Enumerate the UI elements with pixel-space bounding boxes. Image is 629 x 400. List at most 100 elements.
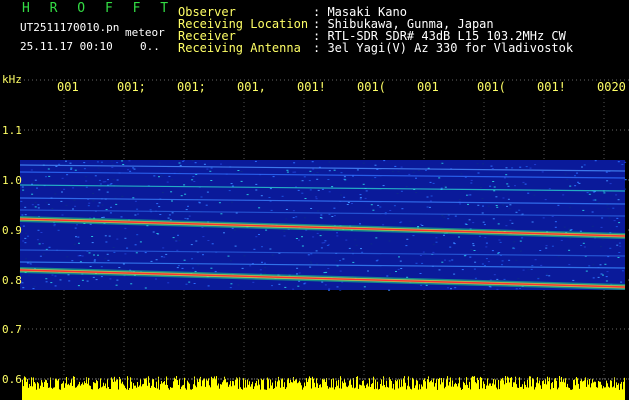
noise-level-bar: [470, 389, 471, 400]
noise-speck: [102, 216, 105, 218]
noise-speck: [92, 193, 95, 194]
noise-speck: [497, 252, 500, 254]
noise-level-bar: [328, 388, 329, 400]
noise-speck: [152, 231, 155, 233]
noise-level-bar: [399, 379, 400, 400]
noise-speck: [545, 247, 548, 249]
noise-level-bar: [361, 385, 362, 400]
noise-speck: [111, 166, 114, 168]
noise-level-bar: [241, 388, 242, 400]
noise-level-bar: [153, 379, 154, 400]
time-tick: 001!: [537, 80, 566, 94]
noise-level-bar: [314, 382, 315, 400]
noise-speck: [624, 161, 627, 163]
noise-speck: [243, 255, 246, 257]
noise-speck: [534, 259, 537, 261]
noise-speck: [58, 163, 61, 165]
noise-speck: [564, 173, 567, 175]
noise-level-bar: [343, 383, 344, 400]
noise-speck: [482, 205, 484, 207]
noise-level-bar: [564, 382, 565, 400]
noise-level-bar: [118, 389, 119, 400]
noise-speck: [505, 225, 508, 227]
noise-level-bar: [286, 387, 287, 400]
noise-speck: [451, 259, 454, 261]
noise-speck: [435, 241, 438, 243]
noise-speck: [260, 195, 263, 197]
noise-speck: [328, 170, 331, 172]
noise-level-bar: [605, 387, 606, 400]
noise-level-bar: [509, 382, 510, 400]
noise-level-bar: [538, 383, 539, 400]
noise-speck: [153, 175, 156, 177]
noise-level-bar: [300, 382, 301, 400]
noise-level-bar: [362, 380, 363, 400]
noise-speck: [336, 232, 338, 234]
noise-speck: [359, 197, 362, 199]
noise-speck: [171, 179, 174, 181]
noise-speck: [507, 198, 510, 200]
noise-speck: [29, 260, 32, 262]
noise-speck: [496, 278, 499, 280]
noise-speck: [592, 264, 595, 266]
noise-speck: [548, 275, 551, 277]
noise-speck: [205, 204, 208, 206]
noise-level-bar: [342, 381, 343, 400]
noise-level-bar: [209, 385, 210, 400]
noise-speck: [429, 200, 432, 202]
noise-level-bar: [371, 384, 372, 400]
noise-level-bar: [111, 377, 112, 400]
noise-speck: [557, 255, 560, 257]
noise-level-bar: [36, 389, 37, 400]
noise-level-bar: [26, 381, 27, 400]
noise-level-bar: [263, 379, 264, 400]
noise-level-bar: [171, 387, 172, 400]
noise-speck: [130, 283, 133, 285]
noise-speck: [241, 267, 244, 269]
noise-level-bar: [349, 380, 350, 400]
noise-level-bar: [290, 379, 291, 400]
noise-speck: [110, 206, 112, 208]
noise-speck: [158, 206, 161, 208]
noise-level-bar: [521, 386, 522, 400]
noise-speck: [105, 241, 108, 243]
noise-speck: [421, 225, 424, 226]
noise-level-bar: [348, 385, 349, 400]
noise-speck: [85, 180, 88, 182]
noise-level-bar: [210, 387, 211, 400]
noise-speck: [321, 188, 324, 190]
noise-level-bar: [482, 388, 483, 400]
noise-level-bar: [599, 381, 600, 400]
noise-level-bar: [33, 377, 34, 400]
noise-speck: [342, 258, 345, 260]
noise-speck: [206, 191, 209, 193]
noise-level-bar: [249, 381, 250, 400]
noise-speck: [521, 237, 524, 239]
noise-speck: [600, 226, 603, 228]
noise-speck: [24, 242, 27, 244]
noise-level-bar: [147, 385, 148, 400]
noise-level-bar: [152, 378, 153, 400]
noise-speck: [324, 284, 327, 286]
noise-level-bar: [344, 378, 345, 400]
noise-level-bar: [260, 389, 261, 400]
noise-speck: [139, 241, 142, 243]
noise-level-bar: [247, 379, 248, 400]
noise-speck: [74, 227, 77, 229]
noise-level-bar: [501, 378, 502, 400]
noise-speck: [149, 209, 152, 211]
noise-speck: [110, 160, 113, 162]
freq-tick: 1.1: [2, 124, 22, 137]
noise-speck: [137, 213, 139, 215]
noise-level-bar: [492, 383, 493, 400]
noise-speck: [223, 232, 225, 234]
noise-level-bar: [448, 385, 449, 400]
noise-speck: [508, 208, 511, 210]
noise-level-bar: [297, 383, 298, 400]
noise-speck: [485, 246, 488, 248]
noise-speck: [297, 285, 300, 287]
noise-level-bar: [547, 376, 548, 400]
noise-level-bar: [446, 379, 447, 400]
noise-speck: [214, 271, 217, 273]
noise-speck: [473, 268, 476, 270]
